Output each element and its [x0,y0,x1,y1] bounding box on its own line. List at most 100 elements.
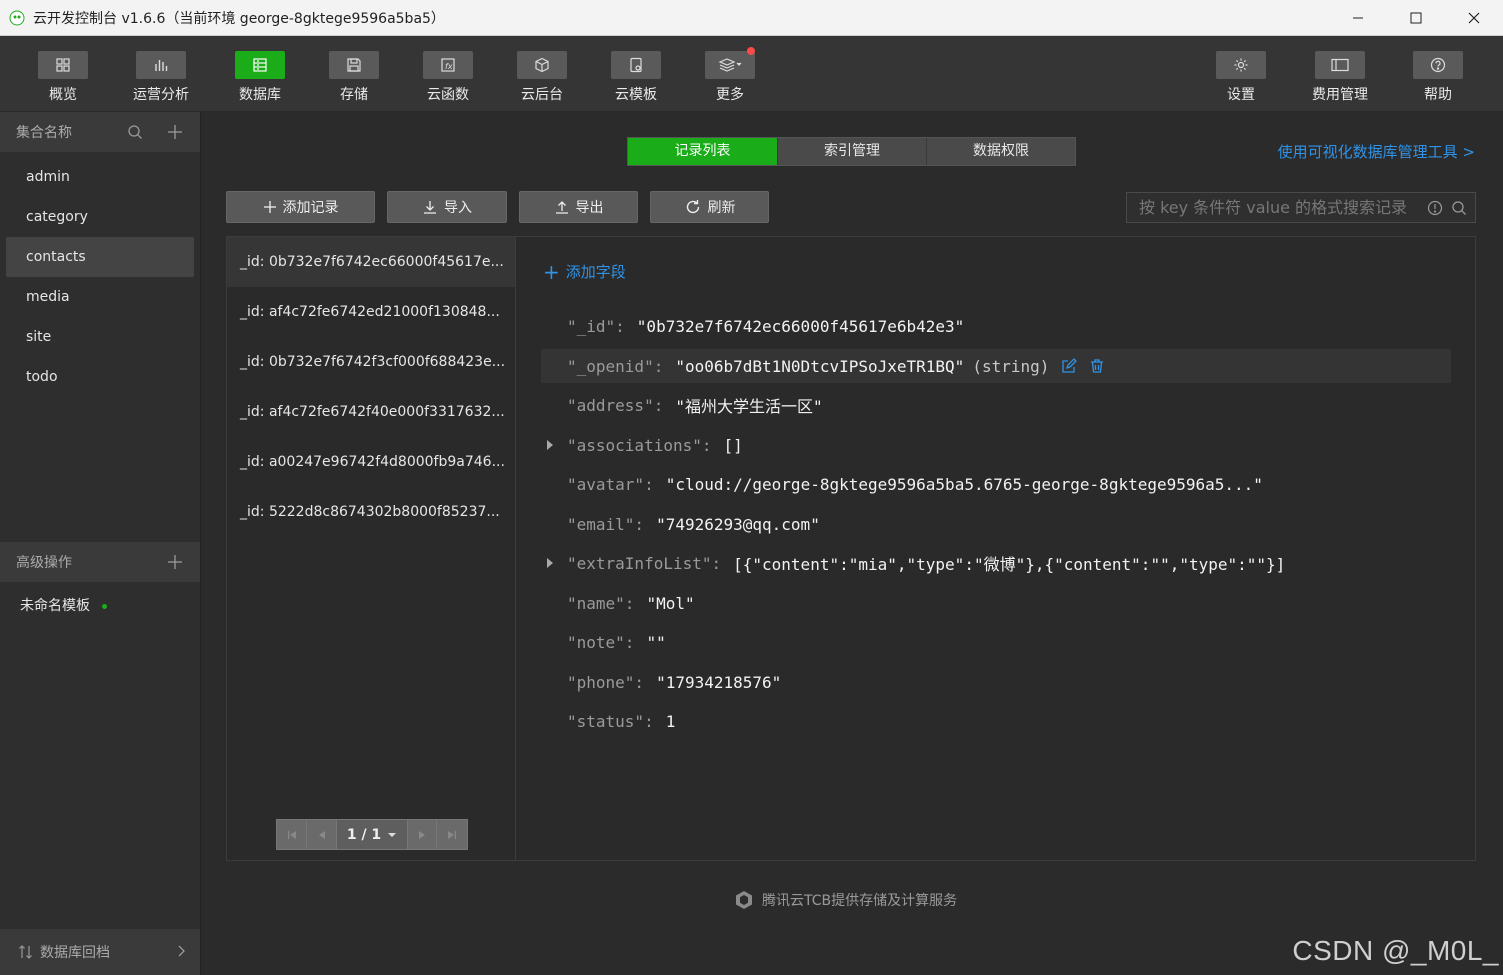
record-item[interactable]: _id: a00247e96742f4d8000fb9a746... [227,437,515,487]
collection-item-media[interactable]: media [6,277,194,317]
title-bar: 云开发控制台 v1.6.6（当前环境 george-8gktege9596a5b… [0,0,1503,36]
records-panel: _id: 0b732e7f6742ec66000f45617e... _id: … [226,236,1476,861]
chevron-right-icon [176,943,186,963]
delete-icon[interactable] [1089,358,1105,374]
minimize-button[interactable] [1329,0,1387,36]
field-value: [] [723,435,743,455]
tab-data-permissions[interactable]: 数据权限 [926,138,1075,165]
toolbar-billing[interactable]: 费用管理 [1303,51,1377,107]
refresh-label: 刷新 [707,200,736,216]
record-item[interactable]: _id: 0b732e7f6742f3cf000f688423e... [227,337,515,387]
toolbar-settings[interactable]: 设置 [1204,51,1278,107]
database-rollback-label: 数据库回档 [40,945,110,961]
field-row[interactable]: "extraInfoList": [{"content":"mia","type… [541,546,1451,580]
page-selector[interactable]: 1 / 1 [337,820,407,849]
search-icon[interactable] [1451,200,1467,216]
download-icon [422,199,438,215]
collection-item-category[interactable]: category [6,197,194,237]
field-value: "Mol" [646,593,695,613]
info-icon[interactable] [1427,200,1443,216]
field-key: "address": [567,395,664,415]
function-icon: fx [423,51,473,79]
toolbar-label: 云模板 [615,87,657,103]
tab-record-list[interactable]: 记录列表 [628,138,777,165]
field-value: "0b732e7f6742ec66000f45617e6b42e3" [636,316,965,336]
layers-icon [705,51,755,79]
field-row[interactable]: "avatar": "cloud://george-8gktege9596a5b… [541,467,1451,501]
field-row[interactable]: "name": "Mol" [541,586,1451,620]
record-item[interactable]: _id: af4c72fe6742f40e000f3317632... [227,387,515,437]
import-button[interactable]: 导入 [387,191,507,223]
toolbar-templates[interactable]: 云模板 [599,51,673,107]
toolbar-overview[interactable]: 概览 [26,51,100,107]
pagination: 1 / 1 [276,819,468,850]
collection-item-admin[interactable]: admin [6,157,194,197]
toolbar-functions[interactable]: fx 云函数 [411,51,485,107]
save-icon [329,51,379,79]
field-key: "associations": [567,435,712,455]
collection-item-contacts[interactable]: contacts [6,237,194,277]
grid-icon [38,51,88,79]
database-rollback-button[interactable]: 数据库回档 [0,929,200,975]
edit-icon[interactable] [1061,358,1078,374]
toolbar-label: 运营分析 [133,87,189,103]
toolbar-cloud-backend[interactable]: 云后台 [505,51,579,107]
field-row[interactable]: "associations": [] [541,428,1451,462]
toolbar-analytics[interactable]: 运营分析 [124,51,198,107]
toolbar-storage[interactable]: 存储 [317,51,391,107]
field-row[interactable]: "phone": "17934218576" [541,665,1451,699]
last-page-button[interactable] [437,820,467,849]
record-item[interactable]: _id: 0b732e7f6742ec66000f45617e... [227,237,515,287]
toolbar-help[interactable]: 帮助 [1401,51,1475,107]
add-record-button[interactable]: 添加记录 [226,191,375,223]
record-search-input[interactable] [1127,198,1427,217]
collection-list: admin category contacts media site todo [0,152,200,397]
toolbar-label: 设置 [1227,87,1255,103]
field-value: "oo06b7dBt1N0DtcvIPSoJxeTR1BQ" [675,356,965,376]
record-item[interactable]: _id: 5222d8c8674302b8000f85237... [227,487,515,537]
collections-header: 集合名称 [0,112,200,152]
export-button[interactable]: 导出 [519,191,638,223]
close-button[interactable] [1445,0,1503,36]
toolbar-label: 云后台 [521,87,563,103]
refresh-button[interactable]: 刷新 [650,191,769,223]
add-field-button[interactable]: + 添加字段 [543,261,626,282]
advanced-header-label: 高级操作 [16,555,72,571]
prev-page-button[interactable] [307,820,337,849]
field-value: "cloud://george-8gktege9596a5ba5.6765-ge… [665,474,1263,494]
toolbar-database[interactable]: 数据库 [223,51,297,107]
template-item[interactable]: 未命名模板 [20,595,107,615]
add-collection-icon[interactable] [166,123,184,141]
maximize-button[interactable] [1387,0,1445,36]
field-key: "avatar": [567,474,654,494]
toolbar-label: 费用管理 [1312,87,1368,103]
expand-arrow-icon[interactable] [547,440,553,450]
field-row[interactable]: "address": "福州大学生活一区" [541,388,1451,422]
add-template-icon[interactable] [166,553,184,571]
field-key: "email": [567,514,645,534]
field-row[interactable]: "_openid": "oo06b7dBt1N0DtcvIPSoJxeTR1BQ… [541,349,1451,383]
field-row[interactable]: "status": 1 [541,704,1451,738]
tab-bar: 记录列表 索引管理 数据权限 [627,137,1076,166]
template-icon [611,51,661,79]
expand-arrow-icon[interactable] [547,558,553,568]
field-row[interactable]: "email": "74926293@qq.com" [541,507,1451,541]
advanced-header: 高级操作 [0,542,200,582]
collection-item-todo[interactable]: todo [6,357,194,397]
collection-item-site[interactable]: site [6,317,194,357]
help-icon [1413,51,1463,79]
record-item[interactable]: _id: af4c72fe6742ed21000f130848... [227,287,515,337]
tab-index-management[interactable]: 索引管理 [777,138,926,165]
database-icon [235,51,285,79]
toolbar-more[interactable]: 更多 [693,47,767,107]
field-row[interactable]: "note": "" [541,625,1451,659]
visual-db-tool-link[interactable]: 使用可视化数据库管理工具 > [1278,141,1475,162]
export-label: 导出 [575,200,604,216]
next-page-button[interactable] [407,820,437,849]
field-type: (string) [972,356,1050,376]
field-key: "_id": [567,316,625,336]
first-page-button[interactable] [277,820,307,849]
field-row[interactable]: "_id": "0b732e7f6742ec66000f45617e6b42e3… [541,309,1451,343]
wallet-icon [1315,51,1365,79]
search-icon[interactable] [126,123,144,141]
